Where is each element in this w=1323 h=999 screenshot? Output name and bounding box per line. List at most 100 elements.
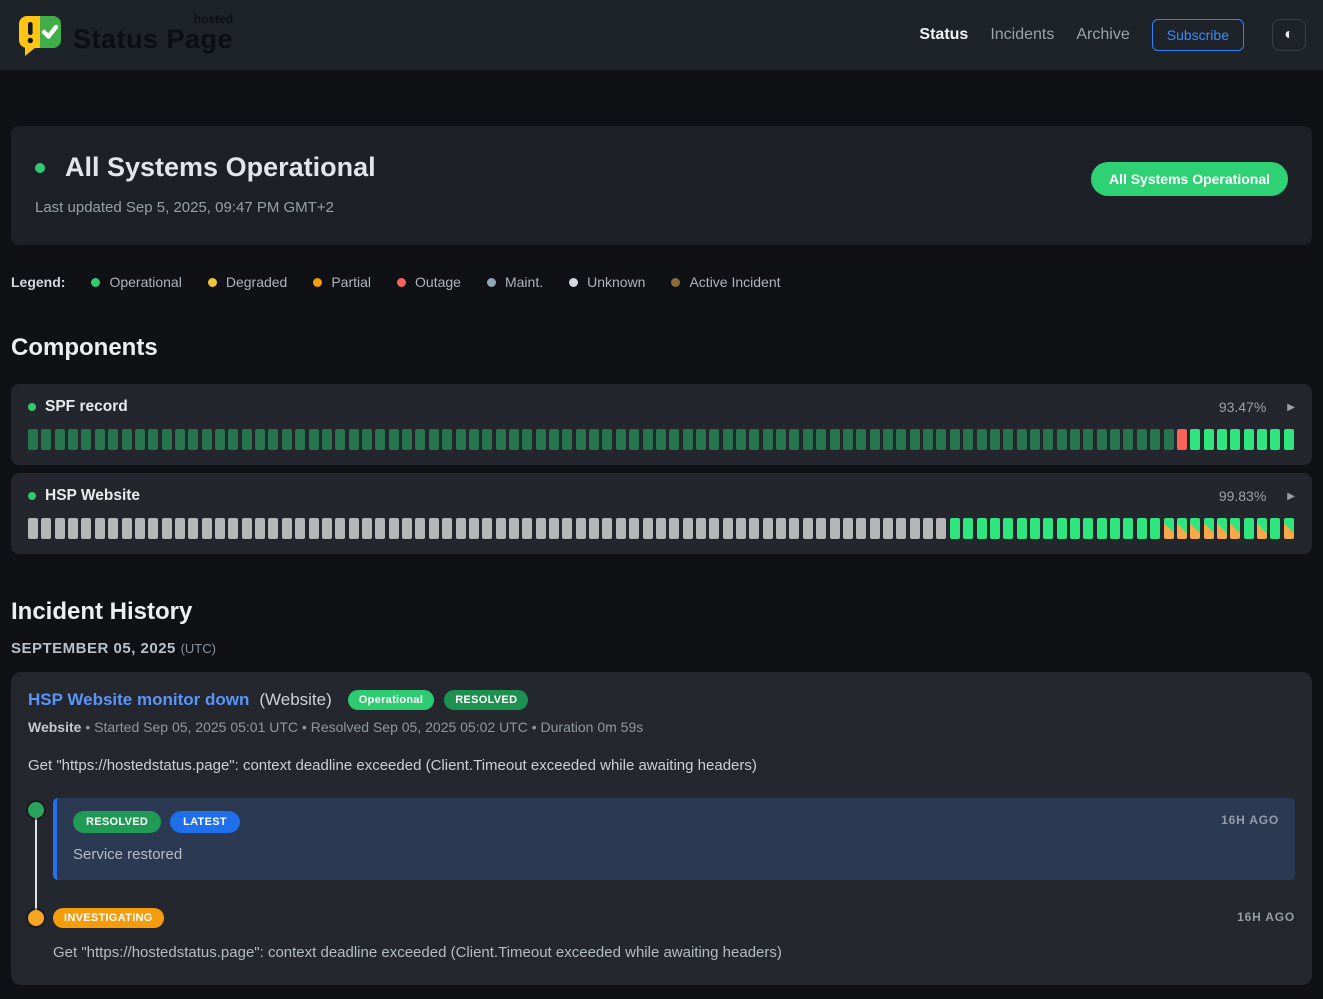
uptime-bar xyxy=(870,429,880,450)
uptime-bars xyxy=(28,518,1295,539)
uptime-bar xyxy=(936,429,946,450)
uptime-bar xyxy=(1030,429,1040,450)
update-text: Get "https://hostedstatus.page": context… xyxy=(53,944,1295,961)
nav-link-status[interactable]: Status xyxy=(919,26,968,44)
uptime-bar xyxy=(870,518,880,539)
uptime-bar xyxy=(536,518,546,539)
component-header[interactable]: HSP Website 99.83% ▶ xyxy=(28,487,1295,505)
uptime-bar xyxy=(375,518,385,539)
uptime-bar xyxy=(522,429,532,450)
component-header[interactable]: SPF record93.47%▶ xyxy=(28,398,1295,416)
uptime-bar xyxy=(1017,518,1027,539)
uptime-bar xyxy=(1097,518,1107,539)
uptime-bar xyxy=(830,518,840,539)
uptime-bar xyxy=(990,429,1000,450)
uptime-bar xyxy=(562,518,572,539)
uptime-bar xyxy=(1110,429,1120,450)
uptime-bar xyxy=(1070,429,1080,450)
uptime-bar xyxy=(616,518,626,539)
uptime-bar xyxy=(415,518,425,539)
uptime-bar xyxy=(1123,429,1133,450)
legend-item-active-incident: Active Incident xyxy=(671,274,780,290)
uptime-bar xyxy=(362,429,372,450)
incident-date: SEPTEMBER 05, 2025 xyxy=(11,640,176,657)
uptime-bar xyxy=(1003,429,1013,450)
uptime-bar xyxy=(536,429,546,450)
component-name: HSP Website xyxy=(45,487,140,505)
uptime-bar xyxy=(1190,429,1200,450)
uptime-bar xyxy=(936,518,946,539)
uptime-bar xyxy=(1030,518,1040,539)
incident-title-link[interactable]: HSP Website monitor down xyxy=(28,690,249,710)
incident-date-timezone: (UTC) xyxy=(181,641,216,656)
legend-item-operational: Operational xyxy=(91,274,181,290)
uptime-bar xyxy=(1244,518,1254,539)
components-list: SPF record93.47%▶HSP Website99.83%▶ xyxy=(11,384,1312,554)
theme-toggle-icon: ◐ xyxy=(1284,26,1294,44)
uptime-bar xyxy=(122,429,132,450)
uptime-bar xyxy=(883,429,893,450)
uptime-bar xyxy=(629,429,639,450)
uptime-bar xyxy=(55,429,65,450)
uptime-bar xyxy=(28,429,38,450)
uptime-bar xyxy=(856,429,866,450)
uptime-bar xyxy=(1003,518,1013,539)
uptime-bar xyxy=(589,429,599,450)
nav-link-archive[interactable]: Archive xyxy=(1076,26,1129,44)
uptime-bar xyxy=(255,429,265,450)
component-uptime-percent: 99.83% xyxy=(1219,488,1266,504)
uptime-bar xyxy=(1230,518,1240,539)
uptime-bar xyxy=(1190,518,1200,539)
uptime-bar xyxy=(95,429,105,450)
uptime-bar xyxy=(175,429,185,450)
uptime-bar xyxy=(28,518,38,539)
uptime-bar xyxy=(1164,518,1174,539)
nav-link-incidents[interactable]: Incidents xyxy=(990,26,1054,44)
uptime-bar xyxy=(896,429,906,450)
incident-meta-details: • Started Sep 05, 2025 05:01 UTC • Resol… xyxy=(85,719,643,735)
main-nav: Status Incidents Archive Subscribe ◐ xyxy=(919,19,1306,51)
uptime-bar xyxy=(255,518,265,539)
expand-arrow-icon[interactable]: ▶ xyxy=(1287,402,1295,413)
uptime-bar xyxy=(389,429,399,450)
uptime-bar xyxy=(950,518,960,539)
uptime-bar xyxy=(589,518,599,539)
last-updated-text: Last updated Sep 5, 2025, 09:47 PM GMT+2 xyxy=(35,199,1288,216)
uptime-bar xyxy=(763,518,773,539)
uptime-bar xyxy=(643,429,653,450)
logo-text: Status Page hosted xyxy=(73,14,233,55)
update-badges: RESOLVED LATEST xyxy=(73,811,1279,833)
legend-dot-icon xyxy=(208,278,217,287)
expand-arrow-icon[interactable]: ▶ xyxy=(1287,491,1295,502)
subscribe-button[interactable]: Subscribe xyxy=(1152,19,1244,51)
resolved-badge: RESOLVED xyxy=(73,811,161,833)
component-uptime-percent: 93.47% xyxy=(1219,399,1266,415)
uptime-bar xyxy=(763,429,773,450)
legend-dot-icon xyxy=(397,278,406,287)
uptime-bar xyxy=(322,518,332,539)
uptime-bar xyxy=(349,429,359,450)
investigating-badge: INVESTIGATING xyxy=(53,908,164,928)
uptime-bar xyxy=(856,518,866,539)
uptime-bar xyxy=(776,518,786,539)
uptime-bar xyxy=(736,518,746,539)
uptime-bar xyxy=(923,429,933,450)
uptime-bar xyxy=(41,518,51,539)
uptime-bar xyxy=(469,429,479,450)
uptime-bar xyxy=(562,429,572,450)
uptime-bar xyxy=(669,518,679,539)
incident-card: HSP Website monitor down (Website) Opera… xyxy=(11,672,1312,985)
uptime-bar xyxy=(616,429,626,450)
uptime-bar xyxy=(816,429,826,450)
uptime-bar xyxy=(1043,518,1053,539)
uptime-bar xyxy=(749,429,759,450)
uptime-bar xyxy=(402,518,412,539)
uptime-bar xyxy=(362,518,372,539)
uptime-bar xyxy=(1123,518,1133,539)
uptime-bar xyxy=(309,518,319,539)
uptime-bar xyxy=(789,429,799,450)
uptime-bar xyxy=(1284,429,1294,450)
theme-toggle-button[interactable]: ◐ xyxy=(1272,19,1306,51)
uptime-bar xyxy=(268,429,278,450)
update-body: INVESTIGATING 16H AGO Get "https://hoste… xyxy=(53,908,1295,961)
